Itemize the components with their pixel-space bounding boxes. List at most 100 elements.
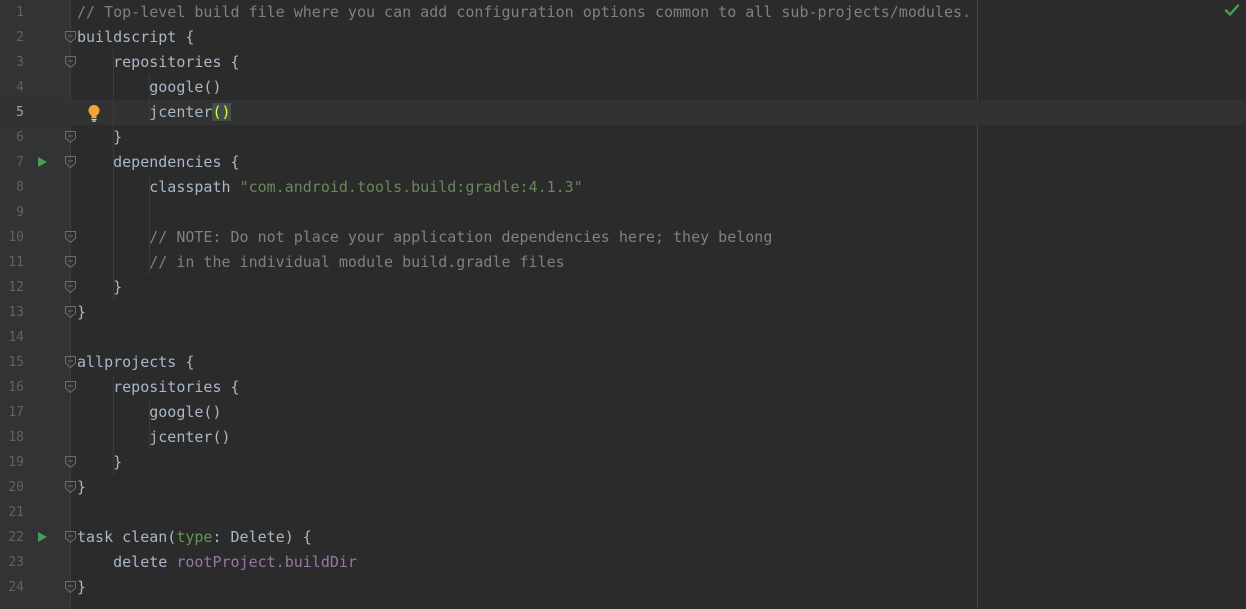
code-line[interactable]: 5 jcenter() bbox=[0, 100, 1246, 125]
code-token: type bbox=[176, 528, 213, 546]
code-text[interactable]: } bbox=[77, 275, 122, 300]
line-number[interactable]: 4 bbox=[0, 75, 24, 100]
code-line[interactable]: 19 } bbox=[0, 450, 1246, 475]
line-number[interactable]: 5 bbox=[0, 100, 24, 125]
code-line[interactable]: 23 delete rootProject.buildDir bbox=[0, 550, 1246, 575]
code-line[interactable]: 4 google() bbox=[0, 75, 1246, 100]
code-line[interactable]: 16 repositories { bbox=[0, 375, 1246, 400]
code-token: buildscript { bbox=[77, 28, 195, 46]
code-line[interactable]: 21 bbox=[0, 500, 1246, 525]
line-number[interactable]: 8 bbox=[0, 175, 24, 200]
fold-marker-icon[interactable] bbox=[65, 281, 76, 293]
line-number[interactable]: 12 bbox=[0, 275, 24, 300]
code-token: } bbox=[77, 478, 87, 496]
fold-marker-icon[interactable] bbox=[65, 481, 76, 493]
line-number[interactable]: 17 bbox=[0, 400, 24, 425]
line-number[interactable]: 11 bbox=[0, 250, 24, 275]
fold-marker-icon[interactable] bbox=[65, 531, 76, 543]
check-icon[interactable] bbox=[1224, 2, 1240, 18]
code-text[interactable]: } bbox=[77, 575, 86, 600]
code-line[interactable]: 1 // Top-level build file where you can a… bbox=[0, 0, 1246, 25]
fold-marker-icon[interactable] bbox=[65, 56, 76, 68]
code-text[interactable]: jcenter() bbox=[77, 100, 231, 125]
code-line[interactable]: 6 } bbox=[0, 125, 1246, 150]
fold-marker-icon[interactable] bbox=[65, 156, 76, 168]
fold-marker-icon[interactable] bbox=[65, 356, 76, 368]
line-number[interactable]: 14 bbox=[0, 325, 24, 350]
code-text[interactable]: allprojects { bbox=[77, 350, 194, 375]
fold-marker-icon[interactable] bbox=[65, 581, 76, 593]
line-number[interactable]: 15 bbox=[0, 350, 24, 375]
code-text[interactable]: task clean(type: Delete) { bbox=[77, 525, 312, 550]
line-number[interactable]: 9 bbox=[0, 200, 24, 225]
line-number[interactable]: 19 bbox=[0, 450, 24, 475]
code-line[interactable]: 10 // NOTE: Do not place your applicatio… bbox=[0, 225, 1246, 250]
run-icon[interactable] bbox=[38, 532, 47, 542]
code-token: repositories { bbox=[77, 378, 240, 396]
code-text[interactable]: buildscript { bbox=[77, 25, 194, 50]
code-text[interactable]: jcenter() bbox=[77, 425, 230, 450]
code-line[interactable]: 8 classpath "com.android.tools.build:gra… bbox=[0, 175, 1246, 200]
indent-guide bbox=[149, 175, 150, 275]
code-token: // Top-level build file where you can ad… bbox=[77, 3, 972, 21]
line-number[interactable]: 1 bbox=[0, 0, 24, 25]
code-line[interactable]: 3 repositories { bbox=[0, 50, 1246, 75]
code-line[interactable]: 11 // in the individual module build.gra… bbox=[0, 250, 1246, 275]
code-text[interactable]: // Top-level build file where you can ad… bbox=[77, 0, 971, 25]
code-token: } bbox=[77, 578, 87, 596]
code-line[interactable]: 13} bbox=[0, 300, 1246, 325]
indent-guide bbox=[113, 375, 114, 475]
fold-marker-icon[interactable] bbox=[65, 231, 76, 243]
line-number[interactable]: 21 bbox=[0, 500, 24, 525]
line-number[interactable]: 23 bbox=[0, 550, 24, 575]
code-token: } bbox=[77, 278, 123, 296]
code-token: : Delete) { bbox=[212, 528, 312, 546]
fold-marker-icon[interactable] bbox=[65, 31, 76, 43]
line-number[interactable]: 18 bbox=[0, 425, 24, 450]
line-number[interactable]: 16 bbox=[0, 375, 24, 400]
code-text[interactable]: classpath "com.android.tools.build:gradl… bbox=[77, 175, 583, 200]
code-text[interactable]: // NOTE: Do not place your application d… bbox=[77, 225, 772, 250]
code-line[interactable]: 15 allprojects { bbox=[0, 350, 1246, 375]
fold-marker-icon[interactable] bbox=[65, 456, 76, 468]
line-number[interactable]: 2 bbox=[0, 25, 24, 50]
code-text[interactable]: delete rootProject.buildDir bbox=[77, 550, 357, 575]
code-token: classpath bbox=[77, 178, 240, 196]
line-number[interactable]: 20 bbox=[0, 475, 24, 500]
indent-guide bbox=[149, 75, 150, 125]
code-text[interactable]: // in the individual module build.gradle… bbox=[77, 250, 564, 275]
code-token: rootProject.buildDir bbox=[176, 553, 357, 571]
line-number[interactable]: 22 bbox=[0, 525, 24, 550]
line-number[interactable]: 3 bbox=[0, 50, 24, 75]
line-number[interactable]: 7 bbox=[0, 150, 24, 175]
code-line[interactable]: 22 task clean(type: Delete) { bbox=[0, 525, 1246, 550]
fold-marker-icon[interactable] bbox=[65, 131, 76, 143]
fold-marker-icon[interactable] bbox=[65, 306, 76, 318]
fold-marker-icon[interactable] bbox=[65, 256, 76, 268]
code-line[interactable]: 2 buildscript { bbox=[0, 25, 1246, 50]
code-text[interactable]: } bbox=[77, 450, 122, 475]
code-line[interactable]: 18 jcenter() bbox=[0, 425, 1246, 450]
code-text[interactable]: repositories { bbox=[77, 375, 240, 400]
line-number[interactable]: 6 bbox=[0, 125, 24, 150]
code-line[interactable]: 14 bbox=[0, 325, 1246, 350]
code-line[interactable]: 20} bbox=[0, 475, 1246, 500]
code-text[interactable]: dependencies { bbox=[77, 150, 239, 175]
line-number[interactable]: 10 bbox=[0, 225, 24, 250]
code-line[interactable]: 17 google() bbox=[0, 400, 1246, 425]
run-icon[interactable] bbox=[38, 157, 47, 167]
code-token: } bbox=[77, 128, 123, 146]
code-text[interactable]: } bbox=[77, 475, 86, 500]
code-text[interactable]: } bbox=[77, 300, 86, 325]
code-line[interactable]: 24} bbox=[0, 575, 1246, 600]
code-text[interactable]: repositories { bbox=[77, 50, 239, 75]
fold-marker-icon[interactable] bbox=[65, 381, 76, 393]
code-token: } bbox=[77, 453, 123, 471]
line-number[interactable]: 24 bbox=[0, 575, 24, 600]
line-number[interactable]: 13 bbox=[0, 300, 24, 325]
code-text[interactable]: } bbox=[77, 125, 122, 150]
code-line[interactable]: 9 bbox=[0, 200, 1246, 225]
code-editor[interactable]: 1 // Top-level build file where you can a… bbox=[0, 0, 1246, 609]
code-line[interactable]: 12 } bbox=[0, 275, 1246, 300]
code-line[interactable]: 7 dependencies { bbox=[0, 150, 1246, 175]
